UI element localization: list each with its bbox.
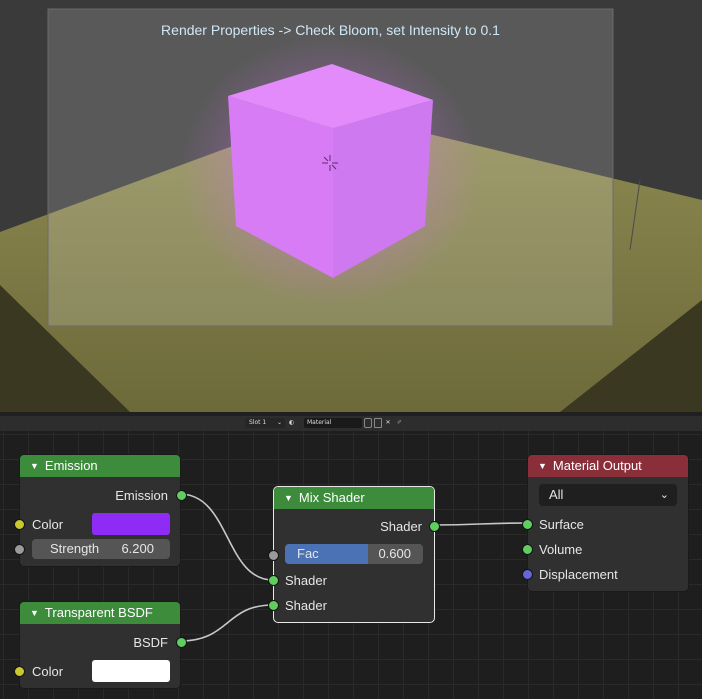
- collapse-triangle-icon[interactable]: ▼: [30, 461, 39, 471]
- output-node-header[interactable]: ▼ Material Output: [528, 455, 688, 477]
- emission-output-label: Emission: [115, 488, 168, 503]
- emission-strength-field[interactable]: Strength 6.200: [32, 539, 170, 559]
- mix-shader-input-1-socket[interactable]: [268, 575, 279, 586]
- duplicate-icon[interactable]: [374, 418, 382, 428]
- link-bsdf-to-mix: [179, 604, 274, 642]
- 3d-viewport[interactable]: Render Properties -> Check Bloom, set In…: [0, 0, 702, 412]
- collapse-triangle-icon[interactable]: ▼: [284, 493, 293, 503]
- emission-color-socket[interactable]: [14, 519, 25, 530]
- transparent-node-title: Transparent BSDF: [44, 605, 153, 620]
- mix-node-header[interactable]: ▼ Mix Shader: [274, 487, 434, 509]
- surface-label: Surface: [539, 517, 584, 532]
- chevron-down-icon: ⌄: [659, 489, 669, 501]
- mix-output-label: Shader: [380, 519, 422, 534]
- emission-node-header[interactable]: ▼ Emission: [20, 455, 180, 477]
- emission-strength-value: 6.200: [121, 541, 154, 556]
- emission-color-swatch[interactable]: [92, 513, 170, 535]
- material-name-field[interactable]: Material: [304, 418, 362, 428]
- emission-node-title: Emission: [44, 458, 98, 473]
- fac-value: 0.600: [378, 546, 411, 561]
- displacement-label: Displacement: [539, 567, 618, 582]
- collapse-triangle-icon[interactable]: ▼: [30, 608, 39, 618]
- transparent-color-swatch[interactable]: [92, 660, 170, 682]
- node-editor[interactable]: ▼ Emission Emission Color Strength 6.200 …: [0, 431, 702, 699]
- chevron-down-icon: ⌄: [276, 419, 282, 426]
- close-icon[interactable]: ✕: [384, 418, 392, 428]
- mix-node-title: Mix Shader: [298, 490, 365, 505]
- mix-fac-socket[interactable]: [268, 550, 279, 561]
- bsdf-output-label: BSDF: [133, 635, 168, 650]
- volume-label: Volume: [539, 542, 583, 557]
- shader-editor-header: Slot 1 ⌄ ◐ Material ✕ ✐: [0, 416, 702, 431]
- output-target-dropdown[interactable]: All ⌄: [539, 484, 677, 506]
- mix-shader-node[interactable]: ▼ Mix Shader Shader Fac 0.600 Shader Shad…: [268, 486, 440, 623]
- link-mix-to-output: [433, 522, 528, 526]
- transparent-color-socket[interactable]: [14, 666, 25, 677]
- fake-user-icon[interactable]: [364, 418, 372, 428]
- link-emission-to-mix: [179, 493, 274, 581]
- collapse-triangle-icon[interactable]: ▼: [538, 461, 547, 471]
- emission-color-label: Color: [32, 517, 64, 532]
- pin-icon[interactable]: ✐: [397, 418, 405, 428]
- material-sphere-icon: ◐: [289, 419, 295, 426]
- surface-input-socket[interactable]: [522, 519, 533, 530]
- volume-input-socket[interactable]: [522, 544, 533, 555]
- mix-shader-input-1-label: Shader: [285, 573, 327, 588]
- material-browse-button[interactable]: ◐: [289, 418, 303, 428]
- transparent-bsdf-node[interactable]: ▼ Transparent BSDF BSDF Color: [14, 601, 187, 689]
- mix-shader-input-2-label: Shader: [285, 598, 327, 613]
- material-output-node[interactable]: ▼ Material Output All ⌄ Surface Volume Di…: [522, 454, 689, 592]
- viewport-overlay-text: Render Properties -> Check Bloom, set In…: [161, 22, 500, 38]
- output-node-title: Material Output: [552, 458, 642, 473]
- fac-label: Fac: [297, 546, 319, 561]
- emission-node[interactable]: ▼ Emission Emission Color Strength 6.200: [14, 454, 187, 567]
- slot-label: Slot 1: [249, 419, 267, 426]
- emission-strength-label: Strength: [50, 541, 100, 556]
- bsdf-output-socket[interactable]: [176, 637, 187, 648]
- mix-output-socket[interactable]: [429, 521, 440, 532]
- emission-output-socket[interactable]: [176, 490, 187, 501]
- slot-dropdown[interactable]: Slot 1 ⌄: [245, 418, 285, 428]
- emission-strength-socket[interactable]: [14, 544, 25, 555]
- output-target-value: All: [549, 487, 564, 502]
- mix-shader-input-2-socket[interactable]: [268, 600, 279, 611]
- transparent-node-header[interactable]: ▼ Transparent BSDF: [20, 602, 180, 624]
- displacement-input-socket[interactable]: [522, 569, 533, 580]
- viewport-scene: [0, 8, 702, 412]
- mix-fac-slider[interactable]: Fac 0.600: [285, 544, 423, 564]
- transparent-color-label: Color: [32, 664, 64, 679]
